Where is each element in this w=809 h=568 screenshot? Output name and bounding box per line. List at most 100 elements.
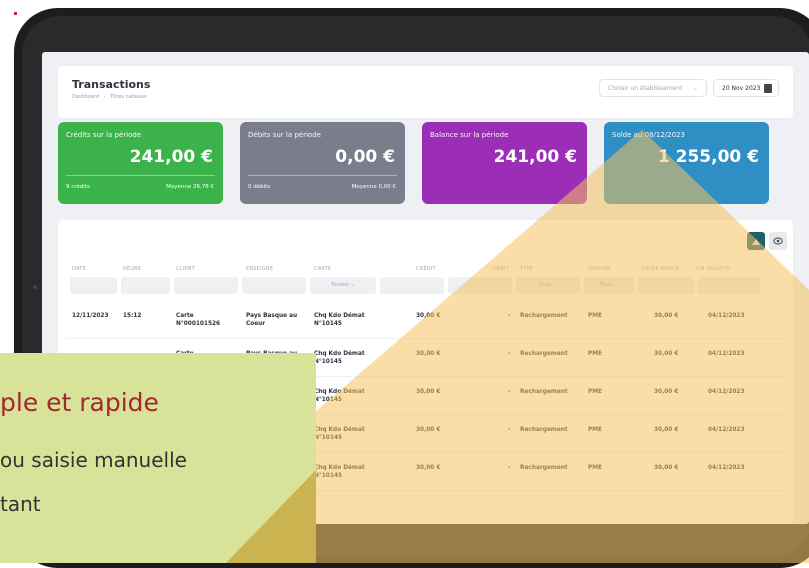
card-average: Moyenne 26,78 € bbox=[166, 184, 214, 190]
table-cell-date: 12/11/2023 bbox=[72, 313, 109, 319]
debits-card: Débits sur la période 0,00 € 0 débits Mo… bbox=[240, 122, 405, 204]
table-cell-carte: Chq Kdo Démat N°10145 bbox=[314, 427, 365, 441]
page-header: Transactions Dashboard - Titres cadeaux … bbox=[58, 66, 793, 118]
establishment-select-label: Choisir un établissement bbox=[608, 85, 683, 92]
table-cell-fin: 04/12/2023 bbox=[708, 313, 745, 319]
column-header-date[interactable]: DATE bbox=[72, 266, 86, 272]
column-header-type[interactable]: TYPE bbox=[520, 266, 533, 272]
table-cell-debit: - bbox=[508, 427, 511, 433]
card-amount: 0,00 € bbox=[335, 147, 395, 167]
table-cell-origine: PME bbox=[588, 427, 602, 433]
callout-line-2: ou saisie manuelle bbox=[0, 448, 187, 472]
column-header-credit[interactable]: CRÉDIT bbox=[416, 266, 436, 272]
card-label: Balance sur la période bbox=[430, 131, 509, 139]
breadcrumb-dashboard[interactable]: Dashboard bbox=[72, 94, 99, 100]
filter-carte-select[interactable]: Toutes ⌄ bbox=[310, 277, 376, 294]
card-amount: 1 255,00 € bbox=[657, 147, 759, 167]
solde-card: Solde au 08/12/2023 1 255,00 € bbox=[604, 122, 769, 204]
breadcrumb-separator: - bbox=[103, 94, 106, 100]
camera-icon bbox=[33, 285, 37, 289]
filter-fin-validite-input[interactable] bbox=[698, 277, 760, 294]
callout-line-3: tant bbox=[0, 492, 41, 516]
date-picker-value: 20 Nov 2023 bbox=[722, 85, 761, 92]
breadcrumb: Dashboard - Titres cadeaux bbox=[72, 94, 150, 100]
card-amount: 241,00 € bbox=[129, 147, 213, 167]
table-cell-fin: 04/12/2023 bbox=[708, 389, 745, 395]
table-cell-type: Rechargement bbox=[520, 313, 568, 319]
card-average: Moyenne 0,00 € bbox=[351, 184, 396, 190]
table-cell-type: Rechargement bbox=[520, 465, 568, 471]
table-cell-origine: PME bbox=[588, 389, 602, 395]
column-header-solde-badge[interactable]: SOLDE BADGE bbox=[641, 266, 679, 272]
chevron-down-icon: ⌄ bbox=[692, 85, 698, 92]
table-cell-type: Rechargement bbox=[520, 427, 568, 433]
card-count: 9 crédits bbox=[66, 184, 90, 190]
column-header-fin-validite[interactable]: FIN VALIDITÉ bbox=[696, 266, 730, 272]
date-picker[interactable]: 20 Nov 2023 bbox=[713, 79, 779, 97]
table-cell-credit: 30,00 € bbox=[416, 389, 441, 395]
table-cell-solde: 30,00 € bbox=[654, 351, 679, 357]
card-label: Crédits sur la période bbox=[66, 131, 142, 139]
table-cell-enseigne: Pays Basque au Coeur bbox=[246, 313, 298, 327]
table-row[interactable]: 12/11/2023 15:12 Carte N°000101526 Pays Bas… bbox=[58, 302, 793, 339]
table-cell-debit: - bbox=[508, 465, 511, 471]
breadcrumb-current: Titres cadeaux bbox=[110, 94, 147, 100]
column-header-heure[interactable]: HEURE bbox=[123, 266, 141, 272]
filter-debit-input[interactable] bbox=[448, 277, 512, 294]
table-cell-credit: 30,00 € bbox=[416, 351, 441, 357]
balance-card: Balance sur la période 241,00 € bbox=[422, 122, 587, 204]
table-cell-type: Rechargement bbox=[520, 389, 568, 395]
view-toggle-button[interactable] bbox=[769, 232, 787, 250]
filter-heure-input[interactable] bbox=[121, 277, 170, 294]
table-cell-origine: PME bbox=[588, 351, 602, 357]
table-cell-type: Rechargement bbox=[520, 351, 568, 357]
table-cell-fin: 04/12/2023 bbox=[708, 427, 745, 433]
table-cell-carte: Chq Kdo Démat N°10145 bbox=[314, 389, 365, 403]
table-cell-solde: 30,00 € bbox=[654, 427, 679, 433]
filter-origine-select[interactable]: Tous ⌄ bbox=[584, 277, 634, 294]
column-header-client[interactable]: CLIENT bbox=[176, 266, 195, 272]
page-title: Transactions bbox=[72, 78, 151, 91]
column-header-carte[interactable]: CARTE bbox=[314, 266, 331, 272]
table-cell-fin: 04/12/2023 bbox=[708, 351, 745, 357]
filter-type-value: Tous bbox=[538, 282, 551, 288]
table-cell-solde: 30,00 € bbox=[654, 389, 679, 395]
filter-client-input[interactable] bbox=[174, 277, 238, 294]
filter-credit-input[interactable] bbox=[380, 277, 444, 294]
table-cell-carte: Chq Kdo Démat N°10145 bbox=[314, 465, 365, 479]
column-header-origine[interactable]: ORIGINE bbox=[588, 266, 611, 272]
eye-icon bbox=[773, 237, 783, 245]
table-cell-origine: PME bbox=[588, 465, 602, 471]
decorative-dot bbox=[14, 12, 17, 15]
card-count: 0 débits bbox=[248, 184, 271, 190]
table-cell-heure: 15:12 bbox=[123, 313, 142, 319]
filter-enseigne-input[interactable] bbox=[242, 277, 306, 294]
table-cell-debit: - bbox=[508, 313, 511, 319]
table-cell-client: Carte N°000101526 bbox=[176, 313, 221, 327]
card-divider bbox=[66, 175, 215, 176]
filter-date-input[interactable] bbox=[70, 277, 117, 294]
card-divider bbox=[248, 175, 397, 176]
calendar-icon bbox=[764, 84, 772, 93]
column-header-debit[interactable]: DÉBIT bbox=[493, 266, 509, 272]
filter-carte-value: Toutes bbox=[330, 282, 349, 288]
table-cell-origine: PME bbox=[588, 313, 602, 319]
table-cell-credit: 30,00 € bbox=[416, 465, 441, 471]
table-cell-solde: 30,00 € bbox=[654, 313, 679, 319]
credits-card: Crédits sur la période 241,00 € 9 crédit… bbox=[58, 122, 223, 204]
filter-origine-value: Tous bbox=[599, 282, 612, 288]
card-amount: 241,00 € bbox=[493, 147, 577, 167]
table-cell-credit: 30,00 € bbox=[416, 427, 441, 433]
table-cell-debit: - bbox=[508, 351, 511, 357]
callout-heading: ple et rapide bbox=[0, 388, 159, 417]
table-cell-carte: Chq Kdo Démat N°10145 bbox=[314, 313, 365, 327]
filter-type-select[interactable]: Tous ⌄ bbox=[516, 277, 580, 294]
row-divider bbox=[66, 338, 785, 339]
column-header-enseigne[interactable]: ENSEIGNE bbox=[246, 266, 273, 272]
table-cell-credit: 30,00 € bbox=[416, 313, 441, 319]
card-label: Solde au 08/12/2023 bbox=[612, 131, 685, 139]
filter-solde-input[interactable] bbox=[638, 277, 694, 294]
excel-export-button[interactable] bbox=[747, 232, 765, 250]
table-cell-carte: Chq Kdo Démat N°10145 bbox=[314, 351, 365, 365]
establishment-select[interactable]: Choisir un établissement ⌄ bbox=[599, 79, 707, 97]
